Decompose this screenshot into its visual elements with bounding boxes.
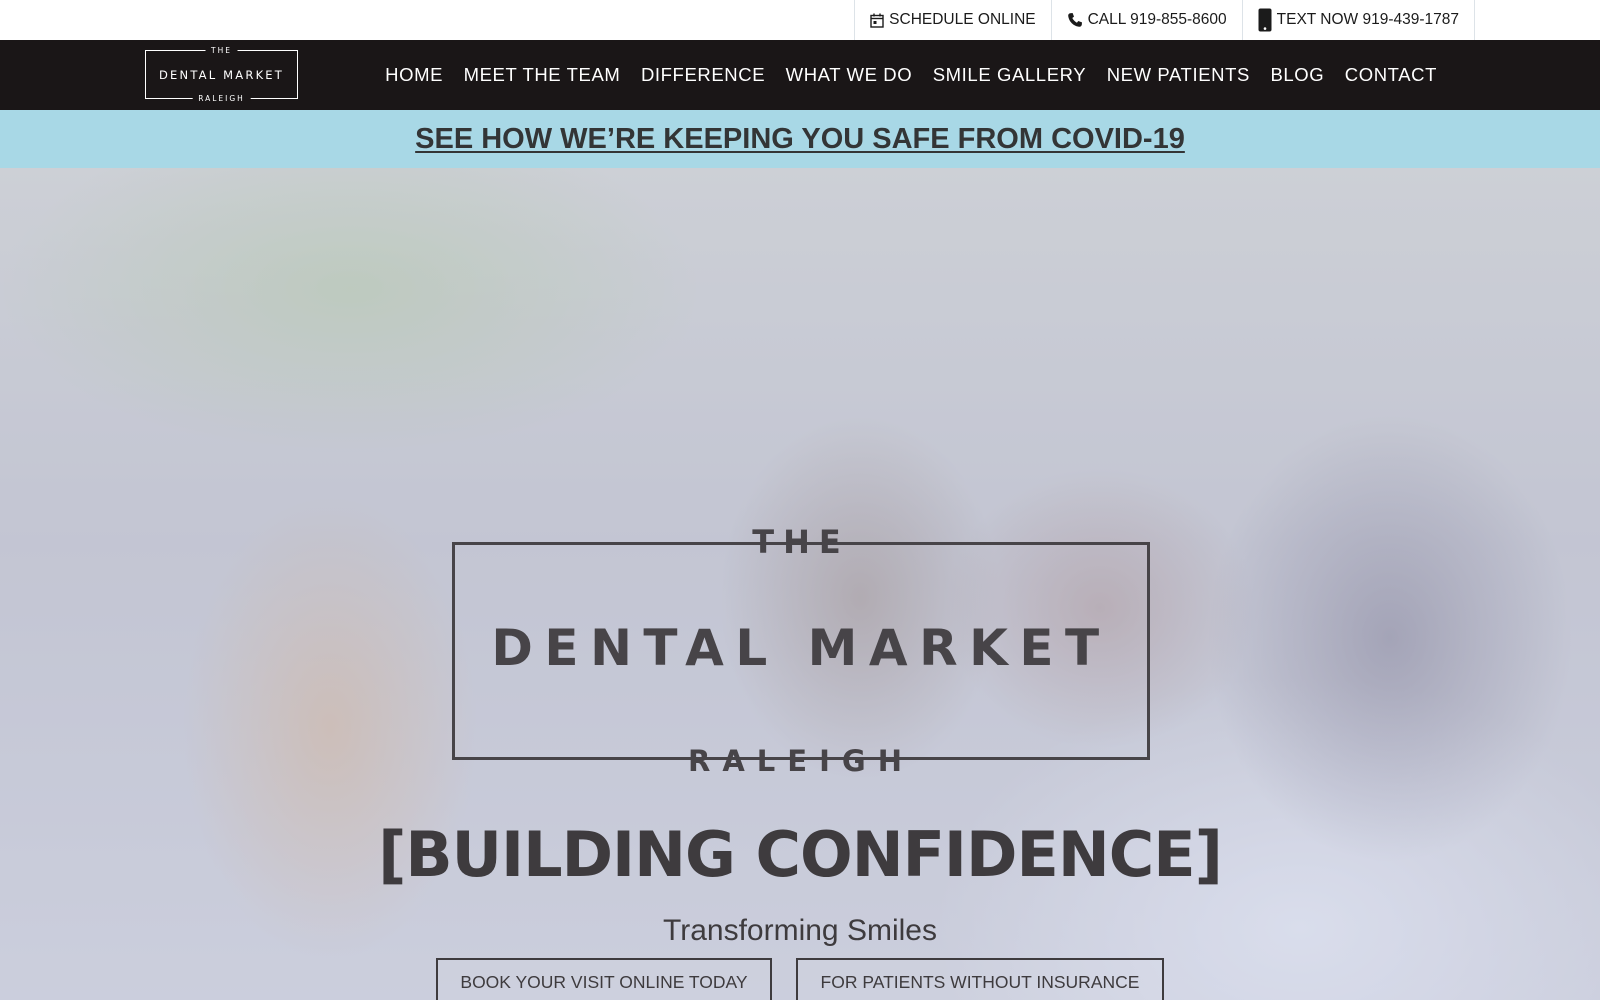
nav-item-smile-gallery[interactable]: SMILE GALLERY (933, 64, 1086, 86)
main-navbar: THE DENTAL MARKET RALEIGH HOME MEET THE … (0, 40, 1600, 110)
nav-item-what-we-do[interactable]: WHAT WE DO (786, 64, 913, 86)
contact-links: SCHEDULE ONLINE CALL 919-855-8600 TEXT N… (854, 0, 1475, 40)
covid-safety-link[interactable]: SEE HOW WE’RE KEEPING YOU SAFE FROM COVI… (415, 123, 1185, 156)
top-utility-bar: SCHEDULE ONLINE CALL 919-855-8600 TEXT N… (0, 0, 1600, 40)
nav-item-difference[interactable]: DIFFERENCE (641, 64, 765, 86)
call-phone-label: CALL 919-855-8600 (1087, 11, 1227, 28)
phone-icon (1067, 12, 1083, 28)
calendar-icon (870, 13, 884, 28)
hero-logo-main-text: DENTAL MARKET (491, 619, 1111, 677)
mobile-phone-icon (1258, 8, 1272, 32)
patients-without-insurance-button[interactable]: FOR PATIENTS WITHOUT INSURANCE (796, 958, 1164, 1000)
book-visit-button[interactable]: BOOK YOUR VISIT ONLINE TODAY (436, 958, 772, 1000)
hero-logo: THE DENTAL MARKET RALEIGH (452, 523, 1150, 778)
logo-bottom-text: RALEIGH (192, 94, 251, 103)
hero-title: [BUILDING CONFIDENCE] (378, 818, 1223, 891)
text-now-label: TEXT NOW 919-439-1787 (1276, 11, 1459, 28)
nav-item-contact[interactable]: CONTACT (1345, 64, 1437, 86)
nav-item-new-patients[interactable]: NEW PATIENTS (1107, 64, 1250, 86)
nav-item-home[interactable]: HOME (385, 64, 443, 86)
site-logo[interactable]: THE DENTAL MARKET RALEIGH (145, 46, 298, 103)
text-now-link[interactable]: TEXT NOW 919-439-1787 (1243, 0, 1475, 40)
schedule-online-label: SCHEDULE ONLINE (889, 11, 1036, 28)
logo-top-text: THE (205, 46, 238, 55)
hero-subtitle: Transforming Smiles (663, 914, 937, 947)
schedule-online-link[interactable]: SCHEDULE ONLINE (855, 0, 1052, 40)
covid-banner: SEE HOW WE’RE KEEPING YOU SAFE FROM COVI… (0, 110, 1600, 168)
call-phone-link[interactable]: CALL 919-855-8600 (1052, 0, 1243, 40)
nav-item-meet-the-team[interactable]: MEET THE TEAM (464, 64, 621, 86)
hero-logo-bottom-text: RALEIGH (688, 744, 914, 778)
nav-menu: HOME MEET THE TEAM DIFFERENCE WHAT WE DO… (365, 40, 1437, 110)
logo-main-text: DENTAL MARKET (159, 68, 284, 82)
hero-logo-top-text: THE (752, 523, 850, 561)
nav-item-blog[interactable]: BLOG (1270, 64, 1324, 86)
hero-section: THE DENTAL MARKET RALEIGH [BUILDING CONF… (0, 168, 1600, 1000)
